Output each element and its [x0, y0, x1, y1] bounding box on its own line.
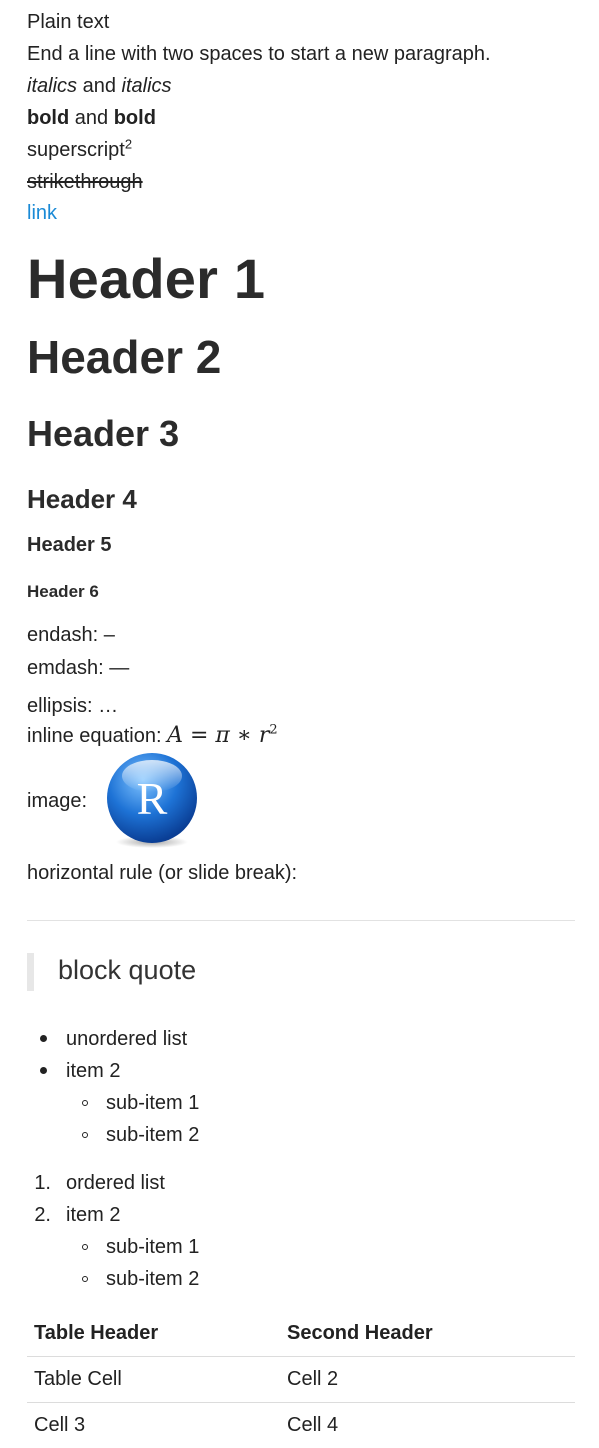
table-cell: Cell 4: [287, 1414, 339, 1436]
equation-lhs: A: [167, 723, 183, 748]
horizontal-rule: [27, 920, 575, 921]
equation-line: inline equation: A = π ∗ r2: [27, 724, 278, 748]
list-item-text: ordered list: [66, 1172, 165, 1194]
rule-label-line: horizontal rule (or slide break):: [27, 861, 297, 885]
strikethrough-text: strikethrough: [27, 171, 143, 193]
table-cell: Table Cell: [34, 1368, 122, 1390]
link-line: link: [27, 201, 57, 225]
endash-line: endash: –: [27, 623, 115, 647]
rule-label: horizontal rule (or slide break):: [27, 862, 298, 884]
list-item-text: item 2: [66, 1060, 121, 1082]
table-cell: Cell 2: [287, 1368, 339, 1390]
r-logo-icon: R: [107, 753, 197, 848]
list-number: 1.: [34, 1172, 51, 1194]
header-4: Header 4: [27, 484, 137, 514]
strikethrough-line: strikethrough: [27, 170, 143, 194]
table-header-cell: Table Header: [34, 1322, 159, 1344]
sub-list-item-text: sub-item 1: [106, 1092, 200, 1114]
circle-bullet-icon: [82, 1276, 88, 1282]
ellipsis-line: ellipsis: …: [27, 694, 118, 718]
superscript-line: superscript2: [27, 136, 133, 162]
equation-label: inline equation:: [27, 725, 168, 747]
blockquote-bar: [27, 953, 34, 991]
logo-letter: R: [137, 773, 168, 824]
equation-equals: =: [183, 723, 216, 748]
italics-text-b: italics: [121, 75, 172, 97]
and-text: and: [69, 107, 114, 129]
ellipsis-text: ellipsis: …: [27, 695, 119, 717]
header-5: Header 5: [27, 534, 112, 556]
emdash-line: emdash: —: [27, 656, 129, 680]
table-row: Cell 3 Cell 4: [27, 1402, 575, 1448]
list-item-text: item 2: [66, 1204, 121, 1226]
paragraph-note: End a line with two spaces to start a ne…: [27, 43, 491, 65]
bullet-icon: [40, 1035, 47, 1042]
superscript-base: superscript: [27, 139, 125, 161]
header-1: Header 1: [27, 247, 266, 310]
header-2: Header 2: [27, 331, 222, 383]
blockquote-text: block quote: [58, 955, 197, 985]
endash-text: endash: –: [27, 624, 115, 646]
header-3: Header 3: [27, 413, 180, 454]
bullet-icon: [40, 1067, 47, 1074]
blockquote: block quote: [27, 953, 567, 991]
bold-text-b: bold: [113, 107, 156, 129]
bold-line: bold and bold: [27, 106, 156, 130]
table-cell: Cell 3: [34, 1414, 86, 1436]
circle-bullet-icon: [82, 1244, 88, 1250]
circle-bullet-icon: [82, 1100, 88, 1106]
image-label: image:: [27, 790, 88, 812]
italics-text-a: italics: [27, 75, 78, 97]
table-header-cell: Second Header: [287, 1322, 433, 1344]
bold-text-a: bold: [27, 107, 70, 129]
circle-bullet-icon: [82, 1132, 88, 1138]
italics-line: italics and italics: [27, 74, 172, 98]
sub-list-item-text: sub-item 1: [106, 1236, 200, 1258]
equation-exponent: 2: [269, 722, 278, 738]
inline-equation: A = π ∗ r2: [167, 723, 278, 748]
superscript-exponent: 2: [124, 136, 133, 152]
equation-r: r: [258, 723, 270, 748]
list-item-text: unordered list: [66, 1028, 188, 1050]
table-header-row: Table Header Second Header: [27, 1310, 575, 1356]
header-6: Header 6: [27, 582, 99, 601]
emdash-text: emdash: —: [27, 657, 130, 679]
sub-list-item-text: sub-item 2: [106, 1124, 200, 1146]
equation-pi: π: [215, 723, 230, 748]
image-line: image:: [27, 789, 87, 813]
equation-times: ∗: [229, 723, 259, 748]
sub-list-item-text: sub-item 2: [106, 1268, 200, 1290]
plain-text: Plain text: [27, 11, 110, 33]
and-text: and: [77, 75, 122, 97]
plain-text-line: Plain text: [27, 10, 109, 34]
table-row: Table Cell Cell 2: [27, 1356, 575, 1402]
link[interactable]: link: [27, 202, 57, 224]
paragraph-note-line: End a line with two spaces to start a ne…: [27, 42, 491, 66]
list-number: 2.: [34, 1204, 51, 1226]
